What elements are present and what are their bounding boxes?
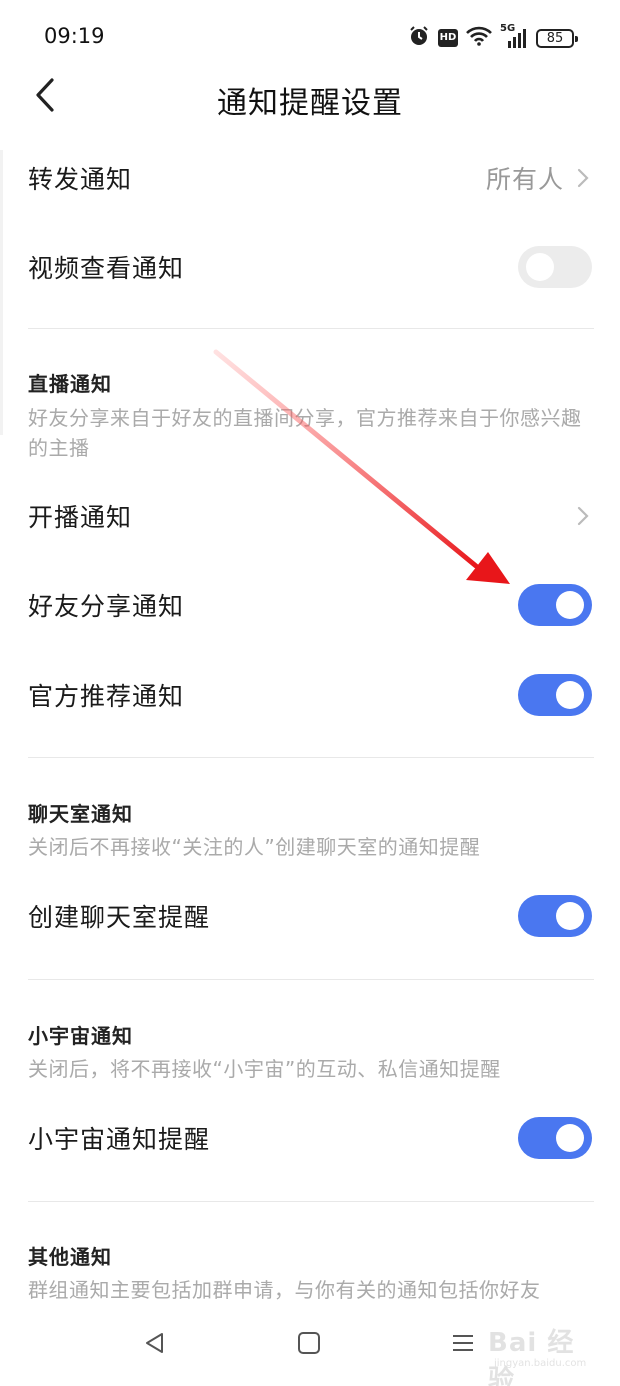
universe-reminder-label: 小宇宙通知提醒 [28,1125,211,1154]
video-view-notification-label: 视频查看通知 [28,254,185,283]
divider [28,1201,594,1202]
chevron-right-icon [577,506,589,526]
toggle-knob [556,902,584,930]
live-start-notification-label: 开播通知 [28,503,133,532]
official-recommend-notification-label: 官方推荐通知 [28,682,185,711]
live-section-title: 直播通知 [28,372,112,396]
signal-icon: 5G [500,23,528,49]
system-back-button[interactable] [142,1330,168,1360]
divider [28,328,594,329]
forward-notification-value: 所有人 [485,165,564,194]
chatroom-section-desc: 关闭后不再接收“关注的人”创建聊天室的通知提醒 [28,835,481,859]
system-home-button[interactable] [296,1330,322,1360]
nav-bar: 通知提醒设置 [0,74,620,134]
divider [28,979,594,980]
video-view-notification-toggle[interactable] [518,246,592,288]
create-chatroom-reminder-label: 创建聊天室提醒 [28,903,211,932]
friend-share-notification-toggle[interactable] [518,584,592,626]
toggle-knob [556,591,584,619]
universe-reminder-row: 小宇宙通知提醒 [28,1112,592,1164]
official-recommend-notification-toggle[interactable] [518,674,592,716]
forward-notification-row[interactable]: 转发通知 所有人 [28,152,592,204]
triangle-back-icon [146,1333,163,1353]
status-bar: 09:19 HD 5G 85 [0,0,620,74]
scroll-edge [0,150,3,435]
chatroom-section-title: 聊天室通知 [28,802,133,826]
video-view-notification-row: 视频查看通知 [28,241,592,293]
universe-reminder-toggle[interactable] [518,1117,592,1159]
official-recommend-notification-row: 官方推荐通知 [28,669,592,721]
other-section-desc: 群组通知主要包括加群申请，与你有关的通知包括你好友 [28,1278,541,1302]
status-icons: HD 5G 85 [408,23,578,51]
status-time: 09:19 [44,24,105,48]
universe-section-desc: 关闭后，将不再接收“小宇宙”的互动、私信通知提醒 [28,1057,501,1081]
chevron-right-icon [577,168,589,188]
baidu-jingyan-watermark: Bai 经验 jingyan.baidu.com [466,1318,587,1386]
friend-share-notification-row: 好友分享通知 [28,579,592,631]
square-home-icon [298,1332,320,1354]
create-chatroom-reminder-row: 创建聊天室提醒 [28,890,592,942]
live-start-notification-row[interactable]: 开播通知 [28,490,592,542]
wifi-icon [466,26,492,50]
divider [28,757,594,758]
create-chatroom-reminder-toggle[interactable] [518,895,592,937]
page-title: 通知提醒设置 [217,86,403,121]
alarm-icon [408,25,430,51]
toggle-knob [526,253,554,281]
other-section-title: 其他通知 [28,1245,112,1269]
battery-icon: 85 [536,28,578,48]
toggle-knob [556,1124,584,1152]
universe-section-title: 小宇宙通知 [28,1024,133,1048]
live-section-desc: 好友分享来自于好友的直播间分享，官方推荐来自于你感兴趣的主播 [28,406,582,460]
forward-notification-label: 转发通知 [28,165,133,194]
friend-share-notification-label: 好友分享通知 [28,592,185,621]
hd-icon: HD [438,29,458,47]
watermark-subtext: jingyan.baidu.com [494,1358,587,1369]
toggle-knob [556,681,584,709]
watermark-text: Bai 经验 [488,1328,575,1386]
